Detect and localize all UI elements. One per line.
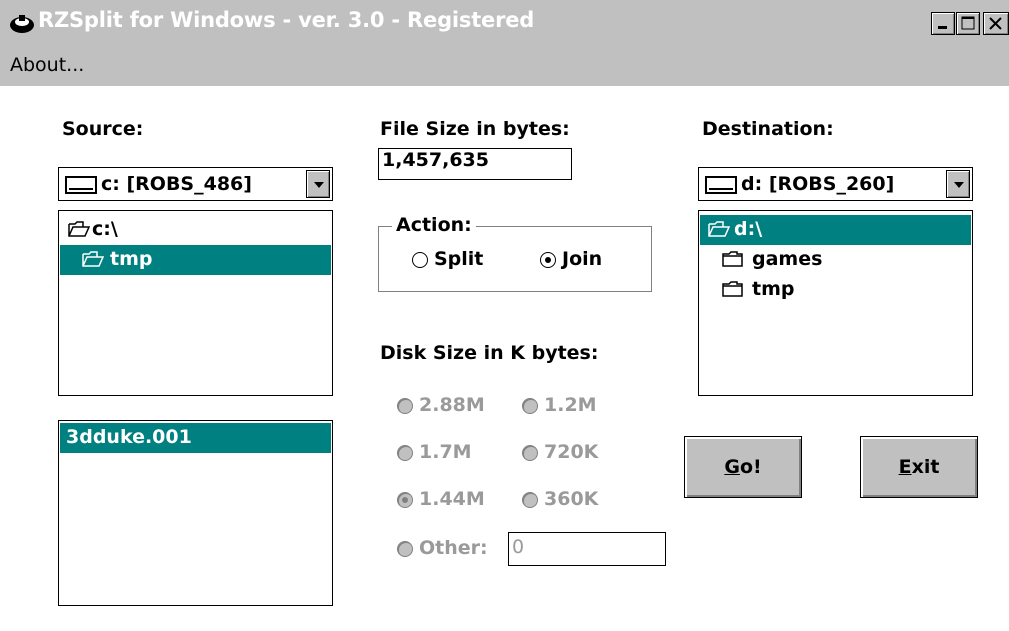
- destination-drive-combo[interactable]: d: [ROBS_260]: [698, 167, 973, 201]
- source-dir-item[interactable]: c:\: [60, 215, 331, 245]
- menu-bar: About...: [0, 46, 1009, 86]
- disk-size-option-label: 1.44M: [419, 488, 485, 510]
- minimize-icon: [938, 26, 947, 29]
- disk-size-option-label: 2.88M: [419, 394, 485, 416]
- source-label: Source:: [62, 118, 144, 140]
- file-size-value: 1,457,635: [382, 149, 489, 171]
- go-label-rest: o!: [739, 456, 762, 478]
- file-size-label: File Size in bytes:: [380, 118, 570, 140]
- folder-icon: [722, 251, 743, 267]
- disk-size-option-label: 1.7M: [419, 441, 472, 463]
- dropdown-arrow-icon[interactable]: [306, 170, 330, 198]
- exit-label-rest: xit: [911, 456, 940, 478]
- go-button[interactable]: Go!: [684, 436, 802, 498]
- source-drive-value: c: [ROBS_486]: [101, 173, 252, 195]
- open-folder-icon: [68, 221, 90, 237]
- split-label: Split: [434, 248, 484, 270]
- source-dir-item[interactable]: tmp: [60, 245, 331, 275]
- destination-dir-item[interactable]: tmp: [700, 275, 971, 305]
- drive-icon: [65, 176, 97, 194]
- other-size-input[interactable]: 0: [508, 532, 666, 566]
- dir-name: c:\: [92, 218, 118, 240]
- title-bar[interactable]: RZSplit for Windows - ver. 3.0 - Registe…: [0, 0, 1009, 46]
- source-file-list[interactable]: 3dduke.001: [58, 420, 333, 606]
- radio-unchecked-icon: [397, 445, 413, 461]
- dir-name: tmp: [110, 248, 153, 270]
- disk-size-option-label: 720K: [544, 441, 599, 463]
- dir-name: tmp: [752, 278, 795, 300]
- source-dir-list[interactable]: c:\ tmp: [58, 210, 333, 396]
- disk-size-option-label: 360K: [544, 488, 599, 510]
- rzsplit-window: RZSplit for Windows - ver. 3.0 - Registe…: [0, 0, 1009, 631]
- radio-unchecked-icon: [522, 492, 538, 508]
- folder-icon: [722, 281, 743, 297]
- radio-unchecked-icon: [522, 445, 538, 461]
- open-folder-icon: [82, 251, 104, 267]
- disk-size-option-label: Other:: [419, 537, 488, 559]
- go-mnemonic: G: [724, 456, 740, 478]
- dir-name: games: [752, 248, 823, 270]
- file-name: 3dduke.001: [66, 426, 192, 448]
- exit-mnemonic: E: [898, 456, 912, 478]
- close-button[interactable]: [983, 12, 1009, 35]
- destination-label: Destination:: [702, 118, 834, 140]
- radio-unchecked-icon: [397, 398, 413, 414]
- radio-unchecked-icon: [522, 398, 538, 414]
- disk-size-label: Disk Size in K bytes:: [380, 342, 599, 364]
- exit-button[interactable]: Exit: [860, 436, 978, 498]
- source-file-item[interactable]: 3dduke.001: [60, 423, 331, 453]
- drive-icon: [705, 176, 737, 194]
- file-size-field: 1,457,635: [378, 148, 572, 180]
- destination-dir-item[interactable]: games: [700, 245, 971, 275]
- minimize-button[interactable]: [931, 12, 955, 35]
- maximize-icon: [961, 16, 975, 30]
- app-icon[interactable]: [8, 12, 36, 36]
- menu-about[interactable]: About...: [10, 54, 84, 76]
- window-title: RZSplit for Windows - ver. 3.0 - Registe…: [38, 8, 535, 32]
- dropdown-arrow-icon[interactable]: [946, 170, 970, 198]
- other-size-value: 0: [512, 536, 525, 558]
- maximize-button[interactable]: [956, 12, 980, 35]
- radio-unchecked-icon: [412, 252, 428, 268]
- close-icon: [989, 17, 1002, 30]
- join-label: Join: [562, 248, 603, 270]
- disk-size-option-label: 1.2M: [544, 394, 597, 416]
- radio-checked-icon: [397, 492, 413, 508]
- dir-name: d:\: [734, 218, 763, 240]
- open-folder-icon: [708, 221, 730, 237]
- destination-drive-value: d: [ROBS_260]: [741, 173, 895, 195]
- destination-dir-item[interactable]: d:\: [700, 215, 971, 245]
- destination-dir-list[interactable]: d:\ games tmp: [698, 210, 973, 396]
- action-label: Action:: [392, 214, 476, 236]
- source-drive-combo[interactable]: c: [ROBS_486]: [58, 167, 333, 201]
- radio-unchecked-icon: [397, 541, 413, 557]
- radio-checked-icon: [540, 252, 556, 268]
